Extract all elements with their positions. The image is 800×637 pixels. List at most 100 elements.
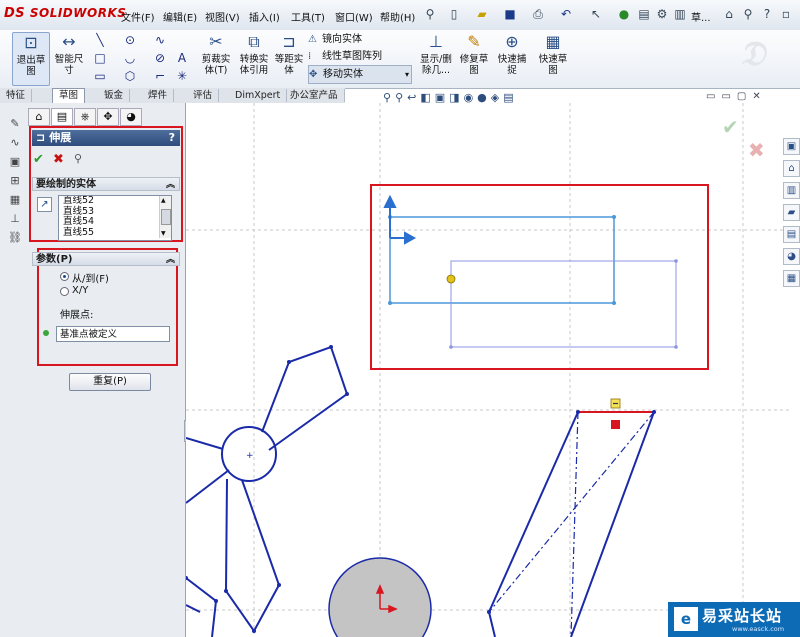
graphics-area[interactable]: ✔ ✖ + (186, 103, 800, 637)
doc-icon[interactable]: ▥ (673, 7, 687, 21)
collapse-icon[interactable]: ︽ (166, 178, 175, 192)
tab-features[interactable]: 特征 (0, 89, 33, 102)
trim-entities-button[interactable]: ✂ 剪裁实体(T) (198, 32, 234, 84)
circle-icon[interactable]: ⊙ (122, 32, 138, 48)
relations-tool-icon[interactable]: ⊥ (8, 212, 22, 226)
text-icon[interactable]: A (174, 50, 190, 66)
rectangle-icon[interactable]: □ (92, 50, 108, 66)
display-manager-icon[interactable]: ◕ (120, 108, 142, 126)
linear-pattern-button[interactable]: ⁞ 线性草图阵列 (308, 48, 412, 65)
menu-help[interactable]: 帮助(H) (380, 9, 415, 24)
line-icon[interactable]: ╲ (92, 32, 108, 48)
tab-weldments[interactable]: 焊件 (142, 89, 175, 102)
fan-sketch[interactable] (186, 345, 349, 637)
convert-entities-button[interactable]: ⧉ 转换实体引用 (236, 32, 272, 84)
tab-office-products[interactable]: 办公室产品 (284, 89, 345, 102)
design-library-icon[interactable]: ▥ (783, 182, 800, 199)
resources-icon[interactable]: ▣ (783, 138, 800, 155)
view-palette-icon[interactable]: ▤ (783, 226, 800, 243)
menu-view[interactable]: 视图(V) (205, 9, 240, 24)
dimxpert-manager-icon[interactable]: ✥ (97, 108, 119, 126)
menu-insert[interactable]: 插入(I) (249, 9, 280, 24)
ellipse-icon[interactable]: ⊘ (152, 50, 168, 66)
restore-icon[interactable]: ▫ (779, 7, 793, 21)
entities-group-header[interactable]: 要绘制的实体 ︽ (32, 177, 180, 191)
from-to-radio[interactable] (60, 272, 69, 281)
sketch-icon[interactable]: ✎ (8, 117, 22, 131)
list-item[interactable]: 直线52 (59, 196, 171, 207)
menu-tools[interactable]: 工具(T) (291, 9, 325, 24)
confirm-ok-icon[interactable]: ✔ (722, 115, 739, 139)
collapse-icon[interactable]: ︽ (166, 253, 175, 267)
print-icon[interactable]: ⎙ (531, 7, 545, 21)
open-icon[interactable]: ▰ (475, 7, 489, 21)
list-item[interactable]: 直线54 (59, 216, 171, 228)
home-icon[interactable]: ⌂ (722, 7, 736, 21)
xy-radio[interactable] (60, 287, 69, 296)
reset-button[interactable]: 重复(P) (69, 373, 151, 391)
chevron-down-icon[interactable]: ▾ (405, 66, 411, 83)
point-icon[interactable]: ✳ (174, 68, 190, 84)
push-pin-icon[interactable]: ⚲ (74, 152, 82, 165)
menu-edit[interactable]: 编辑(E) (163, 9, 197, 24)
entities-scrollbar[interactable]: ▲ ▼ (159, 196, 171, 238)
spline-icon[interactable]: ∿ (152, 32, 168, 48)
tile-icon[interactable]: ▭ (721, 91, 736, 102)
save-icon[interactable]: ■ (503, 7, 517, 21)
smart-dimension-button[interactable]: ↔ 智能尺寸 (52, 32, 86, 84)
entities-list[interactable]: 直线52 直线53 直线54 直线55 (58, 195, 172, 241)
rapid-sketch-button[interactable]: ▦ 快速草图 (536, 32, 570, 84)
exit-sketch-button[interactable]: ⊡ 退出草图 (12, 32, 50, 86)
selected-rectangle[interactable] (389, 216, 615, 304)
repair-sketch-button[interactable]: ✎ 修复草图 (458, 32, 490, 84)
appearances-icon[interactable]: ◕ (783, 248, 800, 265)
tab-evaluate[interactable]: 评估 (187, 89, 220, 102)
home-icon[interactable]: ⌂ (783, 160, 800, 177)
search-icon[interactable]: ⚲ (741, 7, 755, 21)
custom-properties-icon[interactable]: ▦ (783, 270, 800, 287)
spline-tools-icon[interactable]: ∿ (8, 136, 22, 150)
select-icon[interactable]: ↖ (589, 7, 603, 21)
help-icon[interactable]: ? (169, 130, 175, 146)
cancel-icon[interactable]: ✖ (53, 152, 64, 167)
close-icon[interactable]: ✕ (752, 91, 766, 102)
property-manager-icon[interactable]: ▤ (51, 108, 73, 126)
menu-window[interactable]: 窗口(W) (335, 9, 373, 24)
minimize-icon[interactable]: ▭ (706, 91, 721, 102)
display-delete-relations-button[interactable]: ⊥ 显示/删除几... (416, 32, 456, 84)
arc-icon[interactable]: ◡ (122, 50, 138, 66)
mirror-entities-button[interactable]: ⚠ 镜向实体 (308, 31, 412, 48)
feature-manager-icon[interactable]: ⌂ (28, 108, 50, 126)
slot-icon[interactable]: ▭ (92, 68, 108, 84)
rebuild-icon[interactable]: ● (617, 7, 631, 21)
file-explorer-icon[interactable]: ▰ (783, 204, 800, 221)
base-point-marker[interactable] (446, 274, 456, 284)
configuration-manager-icon[interactable]: ⎈ (74, 108, 96, 126)
tab-sheet-metal[interactable]: 钣金 (98, 89, 131, 102)
ok-icon[interactable]: ✔ (33, 152, 44, 167)
offset-entities-button[interactable]: ⊐ 等距实体 (273, 32, 305, 84)
tab-dimxpert[interactable]: DimXpert (229, 89, 288, 102)
parameters-group-header[interactable]: 参数(P) ︽ (32, 252, 180, 266)
polygon-icon[interactable]: ⬡ (122, 68, 138, 84)
tab-sketch[interactable]: 草图 (52, 88, 86, 104)
file-properties-icon[interactable]: ▤ (637, 7, 651, 21)
scroll-thumb[interactable] (161, 209, 171, 225)
scroll-up-icon[interactable]: ▲ (161, 197, 166, 204)
scroll-down-icon[interactable]: ▼ (161, 230, 166, 237)
dimensions-icon[interactable]: ⊞ (8, 174, 22, 188)
list-item[interactable]: 直线55 (59, 227, 171, 239)
move-entities-button[interactable]: ✥ 移动实体 ▾ (308, 65, 412, 84)
blocks-icon[interactable]: ▣ (8, 155, 22, 169)
coincident-relation-icon[interactable] (611, 420, 620, 429)
new-icon[interactable]: ▯ (447, 7, 461, 21)
menu-file[interactable]: 文件(F) (121, 9, 155, 24)
quick-snaps-button[interactable]: ⊕ 快速捕捉 (495, 32, 529, 84)
link-icon[interactable]: ⛓ (8, 231, 22, 245)
maximize-icon[interactable]: ▢ (737, 91, 752, 102)
pin-icon[interactable]: ⚲ (423, 7, 437, 21)
help-icon[interactable]: ? (760, 7, 774, 21)
undo-icon[interactable]: ↶ (559, 7, 573, 21)
save-sketch-icon[interactable]: ▦ (8, 193, 22, 207)
options-icon[interactable]: ⚙ (655, 7, 669, 21)
